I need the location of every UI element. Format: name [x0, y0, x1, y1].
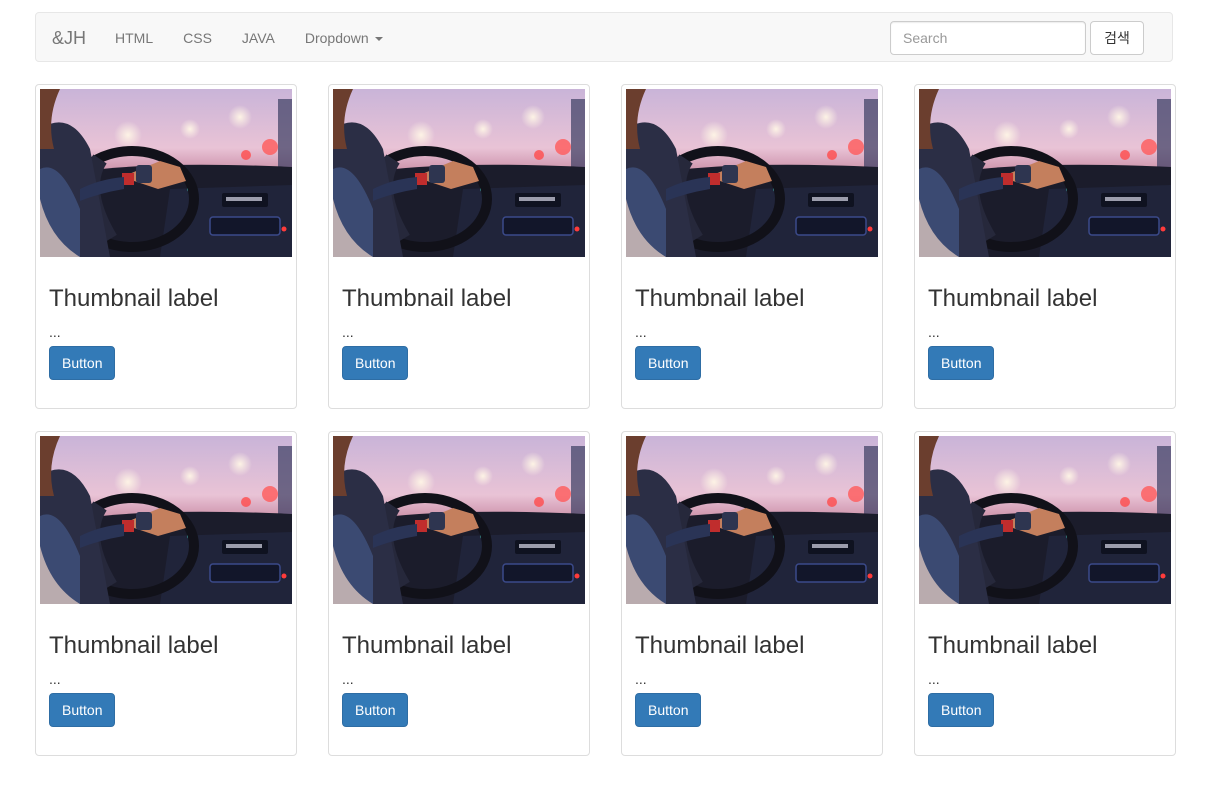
- caption: Thumbnail label ... Button: [919, 257, 1171, 381]
- thumbnail-image: [919, 89, 1171, 257]
- thumbnail-button[interactable]: Button: [49, 693, 116, 728]
- nav-menu: HTML CSS JAVA Dropdown: [100, 13, 398, 63]
- thumbnail-button[interactable]: Button: [342, 346, 409, 381]
- caption: Thumbnail label ... Button: [626, 257, 878, 381]
- thumbnail-image: [626, 436, 878, 604]
- search-button[interactable]: 검색: [1090, 21, 1144, 55]
- thumbnail-card: Thumbnail label ... Button: [621, 431, 883, 756]
- nav-item-label: HTML: [115, 30, 154, 46]
- nav-item-label: CSS: [183, 30, 212, 46]
- thumbnail-text: ...: [342, 324, 354, 341]
- thumbnail-title: Thumbnail label: [635, 632, 805, 659]
- brand-logo[interactable]: &JH: [52, 13, 86, 63]
- thumbnail-text: ...: [635, 671, 647, 688]
- thumbnail-image: [333, 89, 585, 257]
- thumbnail-text: ...: [342, 671, 354, 688]
- nav-item-html[interactable]: HTML: [100, 13, 168, 63]
- thumbnail-card: Thumbnail label ... Button: [35, 431, 297, 756]
- thumbnail-title: Thumbnail label: [49, 285, 219, 312]
- thumbnail-text: ...: [49, 324, 61, 341]
- thumbnail-text: ...: [49, 671, 61, 688]
- thumbnail-card: Thumbnail label ... Button: [35, 84, 297, 409]
- thumbnail-card: Thumbnail label ... Button: [621, 84, 883, 409]
- thumbnail-button[interactable]: Button: [49, 346, 116, 381]
- thumbnail-title: Thumbnail label: [928, 285, 1098, 312]
- thumbnail-card: Thumbnail label ... Button: [328, 84, 590, 409]
- thumbnail-text: ...: [928, 671, 940, 688]
- nav-item-css[interactable]: CSS: [168, 13, 227, 63]
- thumbnail-image: [626, 89, 878, 257]
- nav-item-label: Dropdown: [304, 30, 369, 46]
- nav-item-label: JAVA: [241, 30, 275, 46]
- thumbnail-grid: Thumbnail label ... Button Thumbnail lab…: [35, 84, 1176, 756]
- caption: Thumbnail label ... Button: [40, 604, 292, 728]
- nav-item-dropdown[interactable]: Dropdown: [290, 13, 398, 63]
- thumbnail-text: ...: [928, 324, 940, 341]
- thumbnail-button[interactable]: Button: [928, 346, 995, 381]
- thumbnail-title: Thumbnail label: [635, 285, 805, 312]
- caption: Thumbnail label ... Button: [919, 604, 1171, 728]
- caption: Thumbnail label ... Button: [333, 257, 585, 381]
- thumbnail-card: Thumbnail label ... Button: [328, 431, 590, 756]
- navbar: &JH HTML CSS JAVA Dropdown 검색: [35, 12, 1173, 62]
- thumbnail-card: Thumbnail label ... Button: [914, 84, 1176, 409]
- thumbnail-button[interactable]: Button: [635, 346, 702, 381]
- thumbnail-image: [40, 89, 292, 257]
- thumbnail-title: Thumbnail label: [342, 632, 512, 659]
- thumbnail-button[interactable]: Button: [342, 693, 409, 728]
- thumbnail-card: Thumbnail label ... Button: [914, 431, 1176, 756]
- thumbnail-image: [40, 436, 292, 604]
- thumbnail-image: [333, 436, 585, 604]
- thumbnail-image: [919, 436, 1171, 604]
- nav-item-java[interactable]: JAVA: [227, 13, 290, 63]
- thumbnail-text: ...: [635, 324, 647, 341]
- caption: Thumbnail label ... Button: [40, 257, 292, 381]
- thumbnail-title: Thumbnail label: [342, 285, 512, 312]
- caption: Thumbnail label ... Button: [626, 604, 878, 728]
- thumbnail-title: Thumbnail label: [928, 632, 1098, 659]
- search-input[interactable]: [890, 21, 1086, 55]
- caret-down-icon: [374, 37, 383, 41]
- caption: Thumbnail label ... Button: [333, 604, 585, 728]
- thumbnail-title: Thumbnail label: [49, 632, 219, 659]
- thumbnail-button[interactable]: Button: [635, 693, 702, 728]
- thumbnail-button[interactable]: Button: [928, 693, 995, 728]
